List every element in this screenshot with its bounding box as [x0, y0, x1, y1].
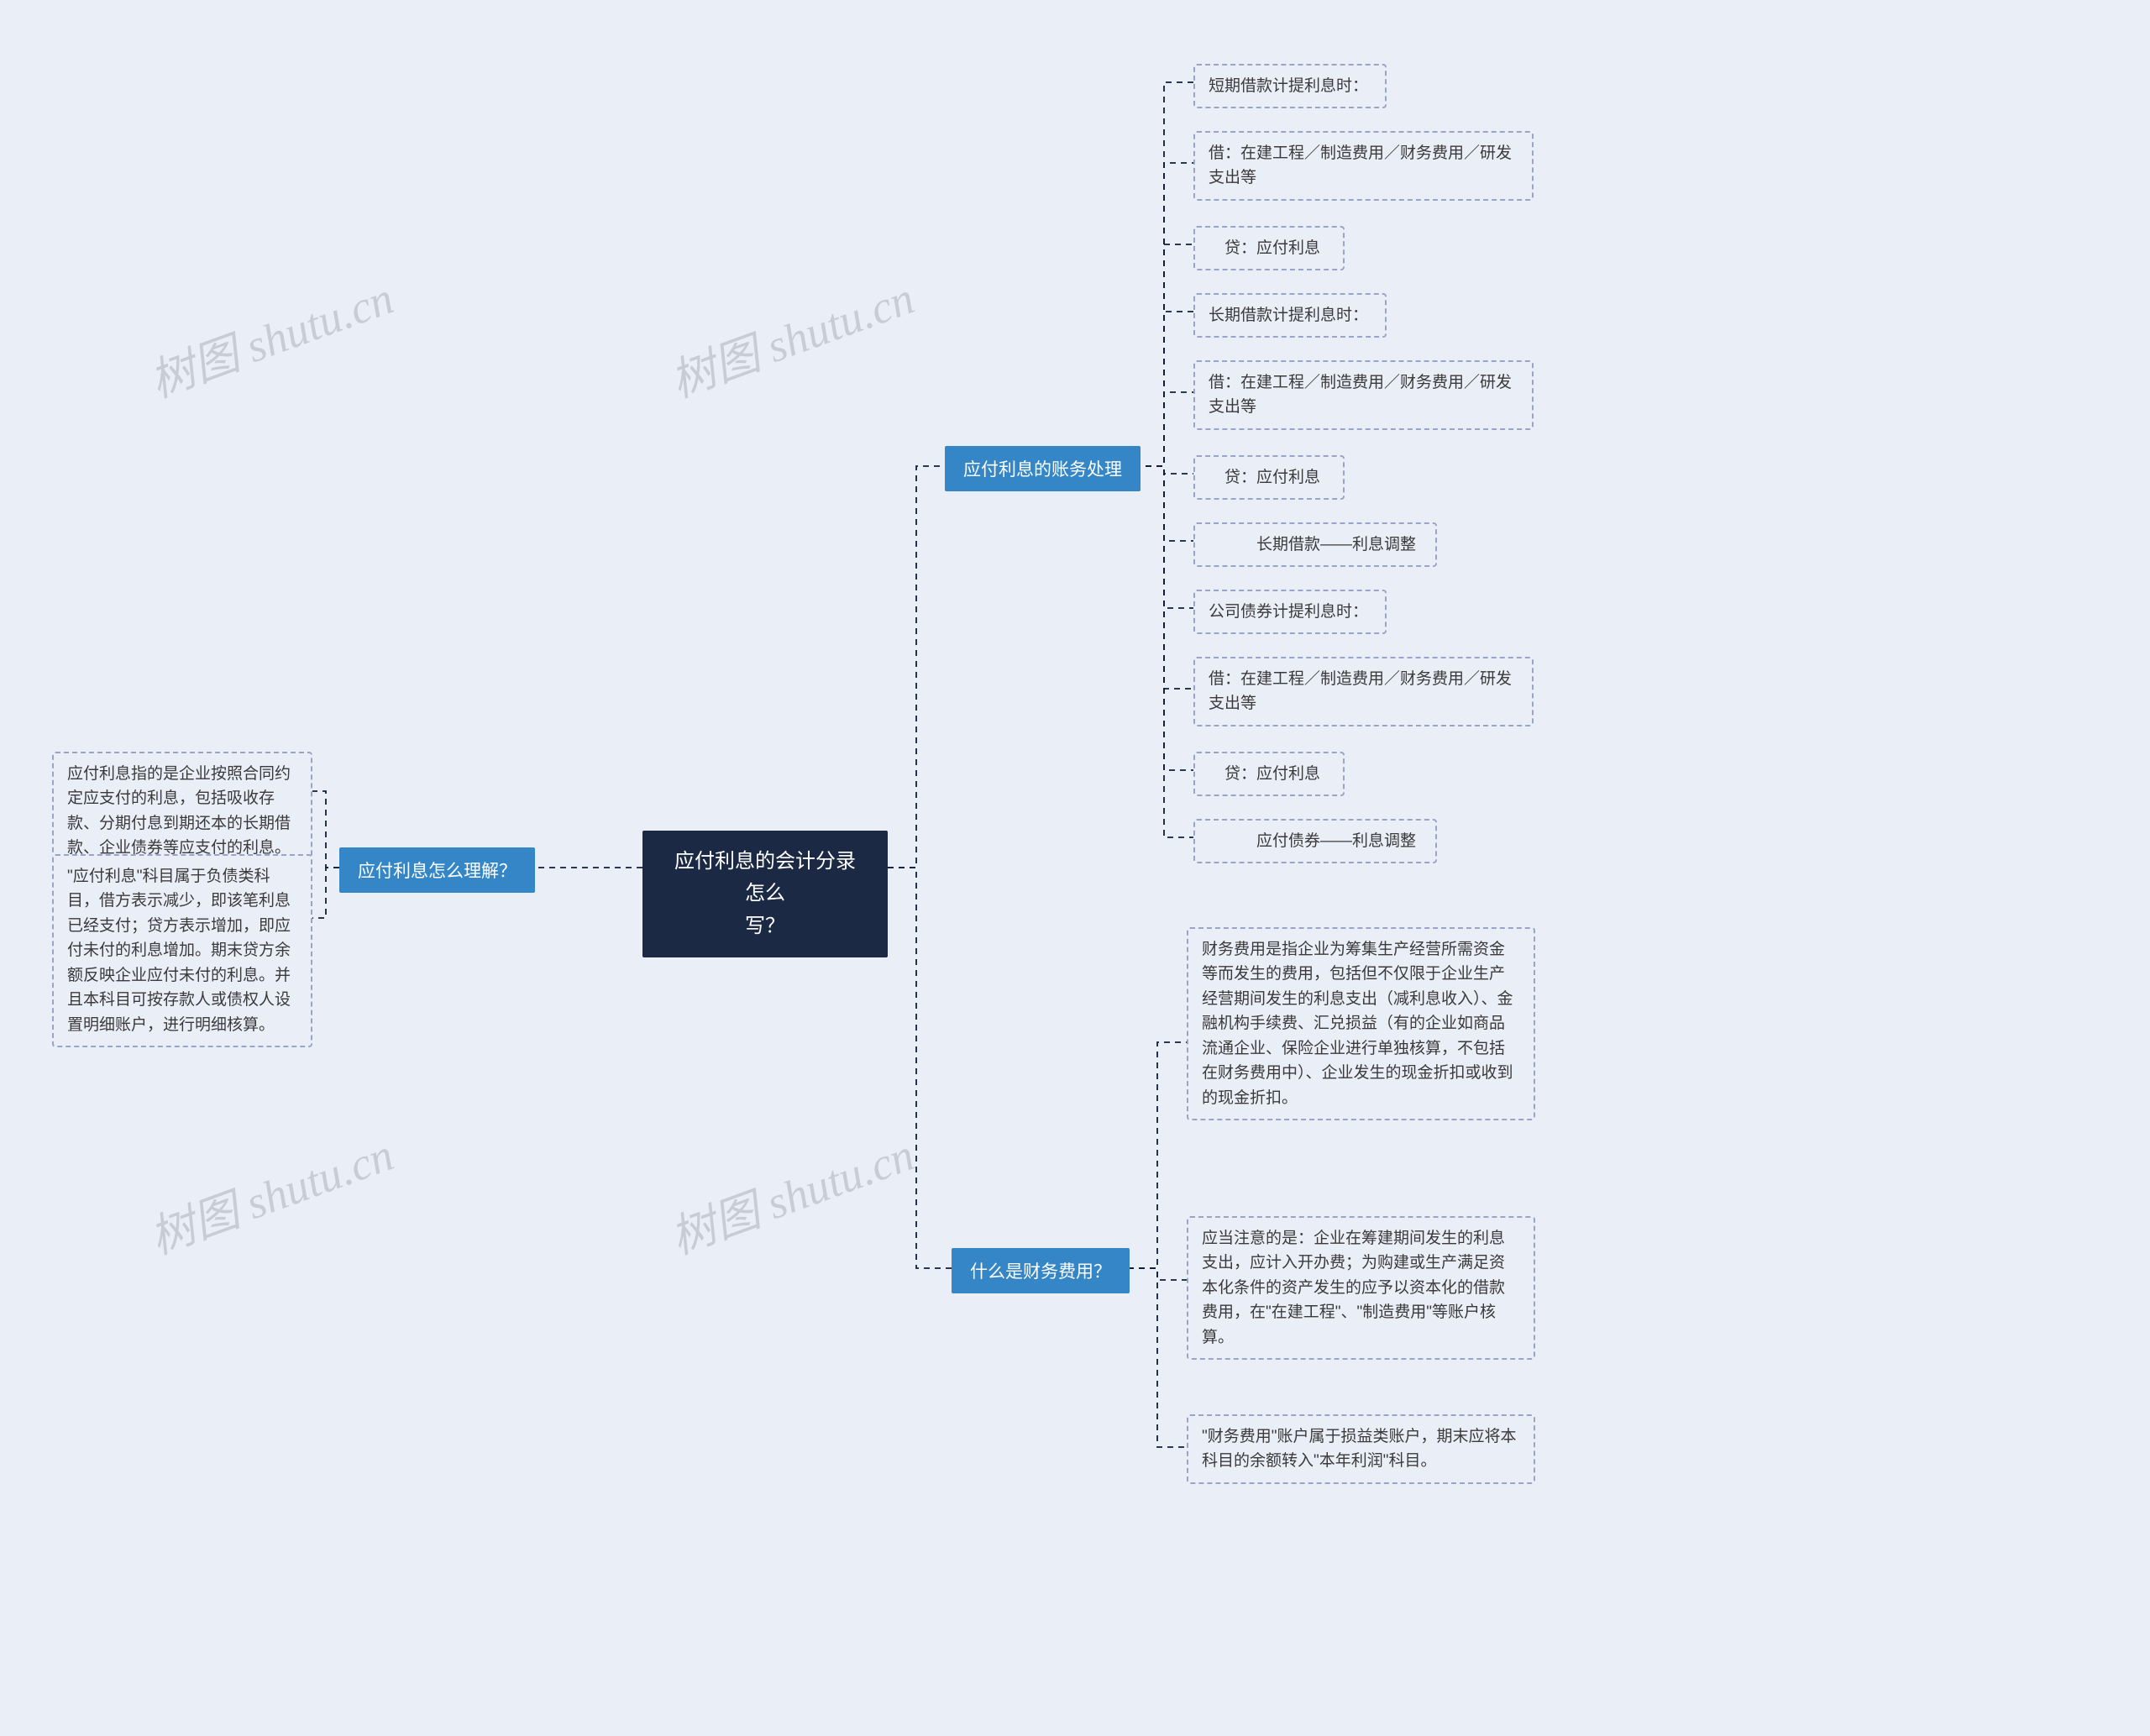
branch-label: 应付利息的账务处理	[963, 460, 1122, 480]
leaf-understanding-1: 应付利息指的是企业按照合同约定应支付的利息，包括吸收存款、分期付息到期还本的长期…	[52, 752, 312, 871]
leaf-text: 借：在建工程／制造费用／财务费用／研发支出等	[1209, 144, 1512, 186]
leaf-text: 短期借款计提利息时：	[1209, 77, 1368, 95]
branch-understanding: 应付利息怎么理解？	[339, 847, 535, 893]
leaf-text: 长期借款——利息调整	[1209, 536, 1416, 553]
leaf-acct-5: 借：在建工程／制造费用／财务费用／研发支出等	[1193, 360, 1534, 430]
root-node: 应付利息的会计分录怎么写？	[642, 831, 888, 957]
watermark: 树图 shutu.cn	[139, 261, 401, 411]
branch-financial-expense: 什么是财务费用？	[952, 1248, 1130, 1293]
leaf-text: 财务费用是指企业为筹集生产经营所需资金等而发生的费用，包括但不仅限于企业生产经营…	[1202, 941, 1513, 1107]
leaf-acct-4: 长期借款计提利息时：	[1193, 293, 1387, 338]
leaf-text: 应付利息指的是企业按照合同约定应支付的利息，包括吸收存款、分期付息到期还本的长期…	[67, 765, 291, 857]
leaf-acct-1: 短期借款计提利息时：	[1193, 64, 1387, 108]
leaf-acct-2: 借：在建工程／制造费用／财务费用／研发支出等	[1193, 131, 1534, 201]
leaf-acct-8: 公司债券计提利息时：	[1193, 590, 1387, 634]
watermark: 树图 shutu.cn	[660, 261, 922, 411]
leaf-text: 应付债券——利息调整	[1209, 832, 1416, 850]
branch-accounting: 应付利息的账务处理	[945, 446, 1141, 491]
leaf-text: 借：在建工程／制造费用／财务费用／研发支出等	[1209, 374, 1512, 416]
leaf-text: "财务费用"账户属于损益类账户，期末应将本科目的余额转入"本年利润"科目。	[1202, 1428, 1517, 1470]
leaf-acct-7: 长期借款——利息调整	[1193, 522, 1437, 567]
leaf-understanding-2: "应付利息"科目属于负债类科目，借方表示减少，即该笔利息已经支付；贷方表示增加，…	[52, 854, 312, 1047]
leaf-text: 应当注意的是：企业在筹建期间发生的利息支出，应计入开办费；为购建或生产满足资本化…	[1202, 1230, 1505, 1346]
leaf-text: 贷：应付利息	[1209, 469, 1320, 486]
branch-label: 什么是财务费用？	[970, 1262, 1111, 1282]
leaf-acct-3: 贷：应付利息	[1193, 226, 1345, 270]
leaf-acct-11: 应付债券——利息调整	[1193, 819, 1437, 863]
leaf-acct-9: 借：在建工程／制造费用／财务费用／研发支出等	[1193, 657, 1534, 726]
root-title: 应付利息的会计分录怎么写？	[674, 850, 856, 937]
leaf-text: 借：在建工程／制造费用／财务费用／研发支出等	[1209, 670, 1512, 712]
leaf-text: 公司债券计提利息时：	[1209, 603, 1368, 621]
leaf-text: 贷：应付利息	[1209, 765, 1320, 783]
leaf-text: 贷：应付利息	[1209, 239, 1320, 257]
connector-lines	[0, 0, 2150, 1736]
watermark: 树图 shutu.cn	[139, 1118, 401, 1267]
leaf-fin-2: 应当注意的是：企业在筹建期间发生的利息支出，应计入开办费；为购建或生产满足资本化…	[1187, 1216, 1535, 1360]
leaf-acct-6: 贷：应付利息	[1193, 455, 1345, 500]
leaf-fin-1: 财务费用是指企业为筹集生产经营所需资金等而发生的费用，包括但不仅限于企业生产经营…	[1187, 927, 1535, 1120]
watermark: 树图 shutu.cn	[660, 1118, 922, 1267]
branch-label: 应付利息怎么理解？	[358, 862, 517, 881]
leaf-acct-10: 贷：应付利息	[1193, 752, 1345, 796]
leaf-text: "应付利息"科目属于负债类科目，借方表示减少，即该笔利息已经支付；贷方表示增加，…	[67, 868, 291, 1034]
leaf-text: 长期借款计提利息时：	[1209, 307, 1368, 324]
leaf-fin-3: "财务费用"账户属于损益类账户，期末应将本科目的余额转入"本年利润"科目。	[1187, 1414, 1535, 1484]
